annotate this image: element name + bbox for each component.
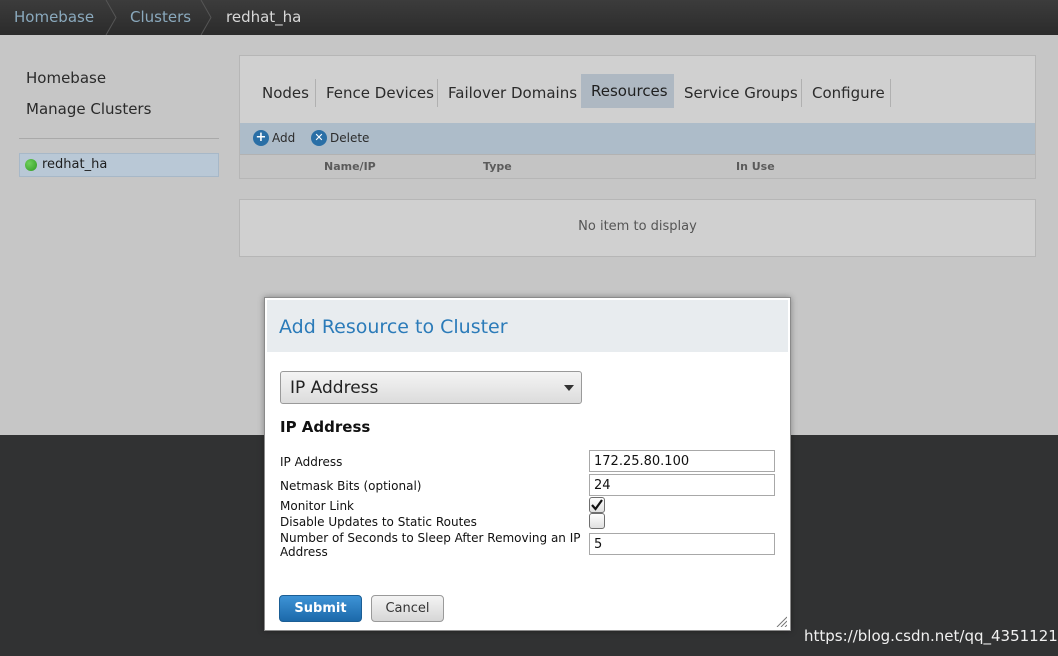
breadcrumb-clusters[interactable]: Clusters (130, 0, 191, 35)
table-body: No item to display (239, 199, 1036, 257)
sidebar-item-cluster[interactable]: redhat_ha (19, 153, 219, 177)
column-type[interactable]: Type (483, 160, 512, 173)
delete-label: Delete (330, 131, 370, 145)
tab-divider (315, 79, 316, 107)
tab-fence-devices[interactable]: Fence Devices (326, 76, 434, 110)
delete-resource-button[interactable]: ✕ Delete (311, 130, 369, 147)
resource-toolbar: + Add ✕ Delete (240, 123, 1035, 154)
resource-type-value: IP Address (290, 378, 379, 398)
cluster-name: redhat_ha (42, 157, 108, 172)
submit-button[interactable]: Submit (279, 595, 362, 622)
resource-type-select[interactable]: IP Address (280, 371, 582, 404)
caret-down-icon (564, 385, 574, 391)
add-resource-button[interactable]: + Add (253, 130, 295, 147)
netmask-label: Netmask Bits (optional) (280, 479, 422, 493)
netmask-input[interactable] (589, 474, 775, 496)
monitor-link-checkbox[interactable] (589, 497, 605, 513)
monitor-link-label: Monitor Link (280, 499, 355, 513)
status-online-icon (25, 159, 37, 171)
sleep-seconds-label: Number of Seconds to Sleep After Removin… (280, 531, 581, 559)
tab-divider (437, 79, 438, 107)
add-resource-dialog: Add Resource to Cluster IP Address IP Ad… (264, 297, 791, 631)
breadcrumb-current-cluster: redhat_ha (226, 8, 302, 26)
tab-service-groups[interactable]: Service Groups (684, 76, 798, 110)
tab-divider (801, 79, 802, 107)
dialog-header: Add Resource to Cluster (267, 300, 788, 352)
disable-static-routes-label: Disable Updates to Static Routes (280, 515, 477, 529)
empty-message: No item to display (578, 219, 697, 234)
chevron-right-icon (199, 0, 213, 35)
plus-circle-icon: + (253, 130, 269, 146)
sidebar-divider (19, 138, 219, 139)
tab-divider (890, 79, 891, 107)
watermark-url: https://blog.csdn.net/qq_43511217 (804, 627, 1058, 645)
tab-failover-domains[interactable]: Failover Domains (448, 76, 577, 110)
cluster-panel: Nodes Fence Devices Failover Domains Res… (239, 55, 1036, 179)
chevron-right-icon (104, 0, 118, 35)
cancel-button[interactable]: Cancel (371, 595, 444, 622)
table-header: Name/IP Type In Use (240, 154, 1035, 178)
tab-configure[interactable]: Configure (812, 76, 885, 110)
breadcrumb-homebase[interactable]: Homebase (14, 0, 94, 35)
checkmark-icon (591, 499, 603, 511)
resize-grip-icon[interactable] (775, 615, 788, 628)
ip-address-label: IP Address (280, 455, 343, 469)
sidebar-link-homebase[interactable]: Homebase (26, 69, 106, 87)
dialog-title: Add Resource to Cluster (279, 316, 508, 338)
sleep-seconds-input[interactable] (589, 533, 775, 555)
tab-resources[interactable]: Resources (581, 74, 674, 108)
disable-static-routes-checkbox[interactable] (589, 513, 605, 529)
add-label: Add (272, 131, 296, 145)
section-title: IP Address (280, 418, 371, 436)
breadcrumb: Homebase Clusters redhat_ha (0, 0, 1058, 35)
ip-address-input[interactable] (589, 450, 775, 472)
x-circle-icon: ✕ (311, 130, 327, 146)
tab-nodes[interactable]: Nodes (262, 76, 309, 110)
sidebar-link-manage-clusters[interactable]: Manage Clusters (26, 100, 151, 118)
column-in-use[interactable]: In Use (736, 160, 775, 173)
column-name-ip[interactable]: Name/IP (324, 160, 376, 173)
